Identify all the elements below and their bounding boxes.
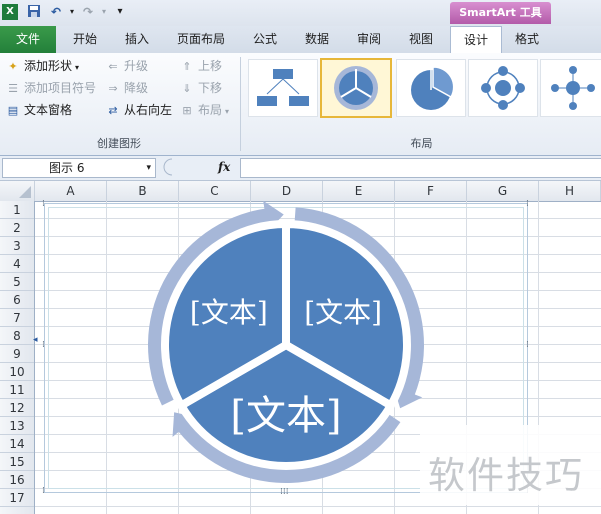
watermark: 软件技巧 <box>428 454 584 497</box>
segment-bottom-label[interactable]: [文本] <box>230 393 341 439</box>
segment-top-right-label[interactable]: [文本] <box>304 296 382 329</box>
segment-top-left-label[interactable]: [文本] <box>190 296 268 329</box>
